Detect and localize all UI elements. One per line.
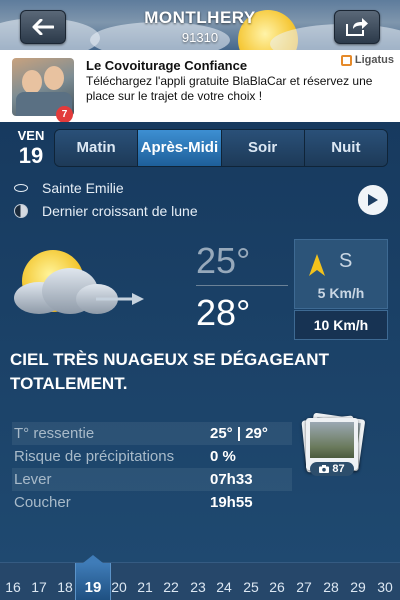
- detail-value: 19h55: [210, 494, 253, 511]
- day-item[interactable]: 30: [373, 579, 397, 595]
- detail-value: 25° | 29°: [210, 425, 268, 442]
- wind-direction: S: [339, 250, 353, 272]
- day-item[interactable]: 26: [265, 579, 289, 595]
- day-item[interactable]: 27: [292, 579, 316, 595]
- moon-icon: [14, 204, 28, 218]
- day-item[interactable]: 28: [319, 579, 343, 595]
- day-item[interactable]: 18: [53, 579, 77, 595]
- day-item[interactable]: 22: [159, 579, 183, 595]
- detail-row: Lever 07h33: [12, 468, 292, 491]
- wind-arrow-icon: [96, 293, 144, 305]
- temp-min: 25°: [196, 240, 251, 281]
- day-item[interactable]: 24: [212, 579, 236, 595]
- day-number: 19: [18, 143, 44, 168]
- day-indicator: VEN 19: [14, 128, 48, 169]
- tab-matin[interactable]: Matin: [55, 130, 139, 166]
- forecast-panel: VEN 19 Matin Après-Midi Soir Nuit Sainte…: [0, 122, 400, 562]
- detail-label: T° ressentie: [14, 425, 95, 442]
- day-strip: 16 17 18 19 20 21 22 23 24 25 26 27 28 2…: [0, 555, 400, 600]
- day-name: VEN: [17, 128, 45, 143]
- header: MONTLHERY 91310: [0, 0, 400, 50]
- saint-of-day: Sainte Emilie: [14, 180, 124, 196]
- ad-brand-label: Ligatus: [354, 54, 394, 66]
- detail-value: 07h33: [210, 471, 253, 488]
- weather-description: CIEL TRÈS NUAGEUX SE DÉGAGEANT TOTALEMEN…: [10, 350, 329, 393]
- share-button[interactable]: [334, 10, 380, 44]
- moon-phase: Dernier croissant de lune: [14, 203, 198, 219]
- period-selector: Matin Après-Midi Soir Nuit: [54, 129, 388, 167]
- day-item[interactable]: 20: [107, 579, 131, 595]
- moon-phase-label: Dernier croissant de lune: [42, 203, 198, 219]
- detail-label: Risque de précipitations: [14, 448, 175, 465]
- camera-icon: [319, 465, 330, 473]
- tab-soir[interactable]: Soir: [221, 130, 305, 166]
- detail-label: Coucher: [14, 494, 71, 511]
- day-item-selected[interactable]: 19: [81, 579, 105, 596]
- ad-brand: Ligatus: [340, 54, 394, 66]
- tab-apres-midi[interactable]: Après-Midi: [138, 130, 222, 166]
- day-item[interactable]: 21: [133, 579, 157, 595]
- saint-label: Sainte Emilie: [42, 180, 124, 196]
- play-icon: [368, 194, 378, 206]
- day-item[interactable]: 25: [239, 579, 263, 595]
- detail-value: 0 %: [210, 448, 236, 465]
- ligatus-logo-icon: [340, 54, 352, 66]
- notification-badge: 7: [56, 106, 73, 123]
- wind-direction-icon: [309, 254, 325, 276]
- share-icon: [346, 18, 368, 36]
- wind-gust: 10 Km/h: [294, 310, 388, 340]
- play-button[interactable]: [358, 185, 388, 215]
- photo-count: 87: [332, 463, 345, 475]
- day-item[interactable]: 17: [27, 579, 51, 595]
- ad-banner[interactable]: 7 Le Covoiturage Confiance Téléchargez l…: [0, 50, 400, 123]
- tab-nuit[interactable]: Nuit: [304, 130, 387, 166]
- details-table: T° ressentie 25° | 29° Risque de précipi…: [12, 422, 292, 514]
- halo-icon: [14, 184, 28, 192]
- photo-gallery-button[interactable]: 87: [301, 412, 366, 478]
- temp-max: 28°: [196, 292, 251, 333]
- selected-day-pointer: [83, 555, 103, 563]
- wind-box: S 5 Km/h: [294, 239, 388, 309]
- ad-text: Téléchargez l'appli gratuite BlaBlaCar e…: [86, 74, 373, 103]
- day-item[interactable]: 29: [346, 579, 370, 595]
- detail-label: Lever: [14, 471, 52, 488]
- wind-speed: 5 Km/h: [317, 285, 365, 301]
- detail-row: Coucher 19h55: [12, 491, 292, 514]
- ad-title: Le Covoiturage Confiance: [86, 58, 248, 73]
- photo-count-badge: 87: [310, 462, 354, 476]
- detail-row: Risque de précipitations 0 %: [12, 445, 292, 468]
- day-item[interactable]: 23: [186, 579, 210, 595]
- detail-row: T° ressentie 25° | 29°: [12, 422, 292, 445]
- day-item[interactable]: 16: [1, 579, 25, 595]
- temp-divider: [196, 285, 288, 286]
